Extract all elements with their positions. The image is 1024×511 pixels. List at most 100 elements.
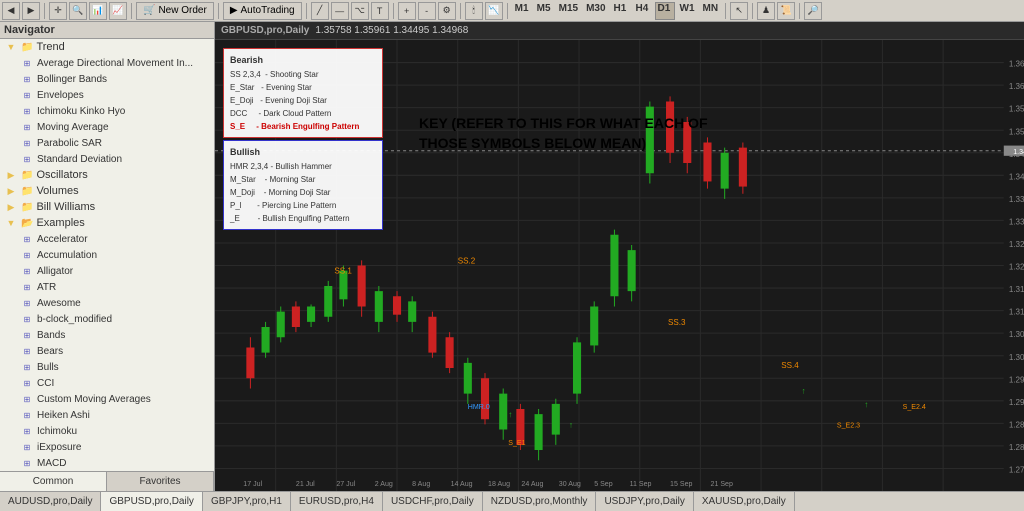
bullish-item-2: M_Star - Morning Star (230, 174, 376, 187)
indicators-btn[interactable]: 📉 (485, 2, 503, 20)
nav-btn[interactable]: ◀ (2, 2, 20, 20)
indicator-icon-std: ⊞ (20, 152, 34, 166)
line-btn[interactable]: 📈 (109, 2, 127, 20)
nav-item-alligator[interactable]: ⊞ Alligator (0, 263, 214, 279)
sep8 (725, 3, 726, 19)
nav-item-bclock[interactable]: ⊞ b-clock_modified (0, 311, 214, 327)
expert-btn[interactable]: ♟ (757, 2, 775, 20)
folder-open-icon-examples: ▼ (4, 216, 18, 230)
zoom-out[interactable]: - (418, 2, 436, 20)
autotrading-button[interactable]: ▶ AutoTrading (223, 2, 302, 20)
nav-item-ichimoku2[interactable]: ⊞ Ichimoku (0, 423, 214, 439)
nav-btn2[interactable]: ▶ (22, 2, 40, 20)
indicator-icon-cci: ⊞ (20, 376, 34, 390)
svg-text:21 Jul: 21 Jul (296, 480, 315, 488)
nav-item-macd[interactable]: ⊞ MACD (0, 455, 214, 471)
nav-item-ma[interactable]: ⊞ Moving Average (0, 119, 214, 135)
tf-m30[interactable]: M30 (583, 2, 608, 20)
tf-m15[interactable]: M15 (556, 2, 581, 20)
footer-tab-favorites[interactable]: Favorites (107, 472, 214, 491)
tf-m1[interactable]: M1 (512, 2, 532, 20)
indicator-icon-ichi2: ⊞ (20, 424, 34, 438)
nav-item-awesome[interactable]: ⊞ Awesome (0, 295, 214, 311)
nav-item-bollinger[interactable]: ⊞ Bollinger Bands (0, 71, 214, 87)
nav-item-oscillators[interactable]: ▶ 📁 Oscillators (0, 167, 214, 183)
nav-item-atr[interactable]: ⊞ ATR (0, 279, 214, 295)
bullish-item-5: _E - Bullish Engulfing Pattern (230, 213, 376, 226)
svg-text:5 Sep: 5 Sep (594, 480, 612, 488)
nav-item-parabolic-sar[interactable]: ⊞ Parabolic SAR (0, 135, 214, 151)
nav-item-trend-folder[interactable]: ▼ 📁 Trend (0, 39, 214, 55)
osc-folder-icon: 📁 (21, 170, 33, 181)
autotrading-icon: ▶ (230, 5, 238, 16)
footer-tab-common[interactable]: Common (0, 472, 107, 491)
cursor-btn[interactable]: ↖ (730, 2, 748, 20)
indicator-icon-allig: ⊞ (20, 264, 34, 278)
svg-text:SS.4: SS.4 (781, 361, 799, 370)
svg-text:1.28575: 1.28575 (1009, 420, 1024, 429)
search-btn[interactable]: 🔎 (804, 2, 822, 20)
main-area: Navigator ▼ 📁 Trend ⊞ Average Directiona… (0, 22, 1024, 491)
nav-item-custom-ma[interactable]: ⊞ Custom Moving Averages (0, 391, 214, 407)
bottom-tab-audusd[interactable]: AUDUSD,pro,Daily (0, 492, 101, 511)
chart-btn[interactable]: 📊 (89, 2, 107, 20)
bearish-item-3: E_Doji - Evening Doji Star (230, 95, 376, 108)
script-btn[interactable]: 📜 (777, 2, 795, 20)
sep6 (460, 3, 461, 19)
nav-item-adm[interactable]: ⊞ Average Directional Movement In... (0, 55, 214, 71)
tf-w1[interactable]: W1 (677, 2, 698, 20)
navigator-content: ▼ 📁 Trend ⊞ Average Directional Movement… (0, 39, 214, 471)
indicator-icon-iexp: ⊞ (20, 440, 34, 454)
nav-item-ichimoku[interactable]: ⊞ Ichimoku Kinko Hyo (0, 103, 214, 119)
zoom-btn[interactable]: 🔍 (69, 2, 87, 20)
bottom-tab-gbpusd[interactable]: GBPUSD,pro,Daily (101, 492, 202, 511)
indicator-icon-bears: ⊞ (20, 344, 34, 358)
svg-text:↑: ↑ (569, 420, 573, 429)
indicator-icon-macd: ⊞ (20, 456, 34, 470)
indicator-icon-adm: ⊞ (20, 56, 34, 70)
svg-text:SS.3: SS.3 (668, 318, 686, 327)
indicator-icon-heiken: ⊞ (20, 408, 34, 422)
nav-item-iexposure[interactable]: ⊞ iExposure (0, 439, 214, 455)
indicator-icon-bulls: ⊞ (20, 360, 34, 374)
nav-item-bears[interactable]: ⊞ Bears (0, 343, 214, 359)
nav-item-envelopes[interactable]: ⊞ Envelopes (0, 87, 214, 103)
zoom-in[interactable]: + (398, 2, 416, 20)
bottom-tab-eurusd[interactable]: EURUSD,pro,H4 (291, 492, 383, 511)
nav-item-accelerator[interactable]: ⊞ Accelerator (0, 231, 214, 247)
bottom-tab-nzdusd[interactable]: NZDUSD,pro,Monthly (483, 492, 597, 511)
crosshair-btn[interactable]: ✛ (49, 2, 67, 20)
hline-tool[interactable]: — (331, 2, 349, 20)
bill-folder-icon: 📁 (21, 202, 33, 213)
chart-type[interactable]: 🕯 (465, 2, 483, 20)
new-order-button[interactable]: 🛒 New Order (136, 2, 214, 20)
chart-container[interactable]: 1.36840 1.36330 1.35805 1.35295 1.34770 … (215, 40, 1024, 491)
bottom-tab-xauusd[interactable]: XAUUSD,pro,Daily (694, 492, 795, 511)
tf-d1[interactable]: D1 (655, 2, 675, 20)
bottom-tab-usdchf[interactable]: USDCHF,pro,Daily (383, 492, 483, 511)
vol-folder-icon: 📁 (21, 186, 33, 197)
nav-item-heiken[interactable]: ⊞ Heiken Ashi (0, 407, 214, 423)
sep7 (507, 3, 508, 19)
main-toolbar: ◀ ▶ ✛ 🔍 📊 📈 🛒 New Order ▶ AutoTrading ╱ … (0, 0, 1024, 22)
nav-item-stddev[interactable]: ⊞ Standard Deviation (0, 151, 214, 167)
nav-item-accumulation[interactable]: ⊞ Accumulation (0, 247, 214, 263)
svg-text:S_E2.3: S_E2.3 (837, 421, 860, 429)
nav-item-cci[interactable]: ⊞ CCI (0, 375, 214, 391)
line-tool[interactable]: ╱ (311, 2, 329, 20)
fib-tool[interactable]: ⌥ (351, 2, 369, 20)
bottom-tab-gbpjpy[interactable]: GBPJPY,pro,H1 (203, 492, 291, 511)
tf-h4[interactable]: H4 (633, 2, 653, 20)
tf-h1[interactable]: H1 (611, 2, 631, 20)
nav-item-volumes[interactable]: ▶ 📁 Volumes (0, 183, 214, 199)
sep5 (393, 3, 394, 19)
nav-item-bill[interactable]: ▶ 📁 Bill Williams (0, 199, 214, 215)
nav-item-bulls[interactable]: ⊞ Bulls (0, 359, 214, 375)
nav-item-examples[interactable]: ▼ 📂 Examples (0, 215, 214, 231)
tf-mn[interactable]: MN (700, 2, 722, 20)
nav-item-bands[interactable]: ⊞ Bands (0, 327, 214, 343)
bottom-tab-usdjpy[interactable]: USDJPY,pro,Daily (596, 492, 693, 511)
tf-m5[interactable]: M5 (534, 2, 554, 20)
text-tool[interactable]: T (371, 2, 389, 20)
properties-btn[interactable]: ⚙ (438, 2, 456, 20)
